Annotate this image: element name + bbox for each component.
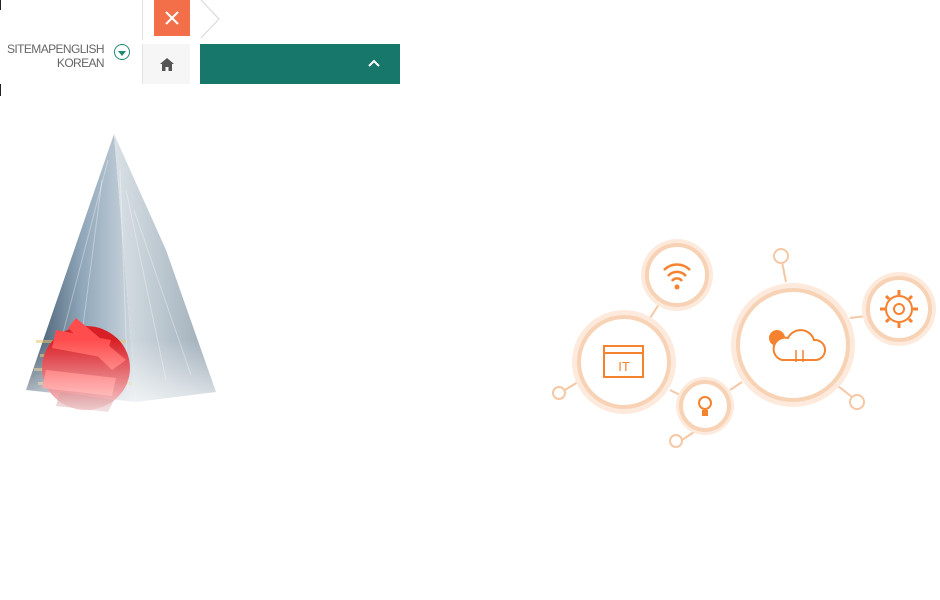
it-network-diagram: IT <box>552 239 936 448</box>
menu-dropdown[interactable] <box>200 44 400 84</box>
building-illustration <box>16 130 226 430</box>
divider <box>0 0 1 10</box>
cloud-sync-icon <box>731 283 855 407</box>
korean-link[interactable]: KOREAN <box>57 56 105 70</box>
close-icon <box>165 11 179 25</box>
english-link[interactable]: ENGLISH <box>56 42 105 56</box>
svg-text:IT: IT <box>618 359 630 374</box>
home-button[interactable] <box>143 44 190 84</box>
gear-icon <box>862 272 936 346</box>
divider <box>0 84 1 96</box>
utility-links: SITEMAPENGLISH KOREAN <box>0 42 105 70</box>
home-icon <box>159 57 174 71</box>
wifi-icon <box>641 239 713 311</box>
language-dropdown-toggle[interactable] <box>114 44 130 60</box>
lightbulb-icon <box>676 377 734 435</box>
sitemap-link[interactable]: SITEMAP <box>7 42 56 56</box>
breadcrumb-separator-icon <box>200 0 220 39</box>
close-button[interactable] <box>154 0 190 36</box>
divider <box>142 0 143 40</box>
caret-down-icon <box>118 50 126 56</box>
chevron-up-icon <box>368 59 380 67</box>
it-window-icon: IT <box>572 310 676 414</box>
